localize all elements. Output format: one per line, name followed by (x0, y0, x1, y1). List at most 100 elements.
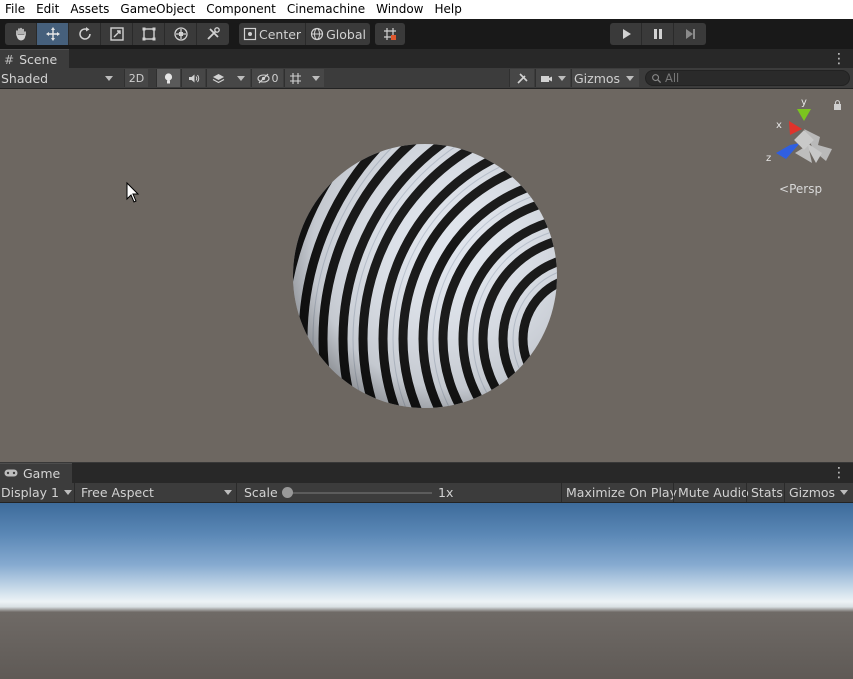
gamepad-icon (4, 467, 18, 481)
menu-assets[interactable]: Assets (65, 0, 115, 19)
grid-visibility-dropdown[interactable] (284, 69, 324, 87)
grid-snap-button[interactable] (375, 23, 405, 45)
search-icon (652, 73, 662, 83)
pivot-space-button[interactable]: Global (306, 23, 370, 45)
scene-toolbar: Shaded 2D 0 Gizmos (0, 68, 853, 89)
scene-search-field[interactable] (645, 70, 850, 86)
perspective-icon: < (779, 182, 790, 196)
scene-tab-bar: # Scene ⋮ (0, 49, 853, 69)
game-gizmos-dropdown[interactable]: Gizmos (784, 483, 853, 502)
tab-game[interactable]: Game (0, 463, 73, 483)
rect-tool-button[interactable] (133, 23, 165, 45)
lighting-toggle-button[interactable] (156, 69, 180, 87)
custom-tool-button[interactable] (197, 23, 229, 45)
hidden-objects-button[interactable]: 0 (251, 69, 283, 87)
scale-label: Scale (244, 485, 278, 500)
scene-tools-button[interactable] (509, 69, 534, 87)
tab-scene[interactable]: # Scene (0, 49, 70, 69)
chevron-down-icon (237, 75, 245, 81)
striped-sphere[interactable] (263, 89, 853, 462)
scene-grid-icon: # (4, 52, 15, 67)
pivot-group: Center Global (239, 23, 370, 45)
rotate-tool-button[interactable] (69, 23, 101, 45)
scale-value: 1x (438, 485, 454, 500)
maximize-on-play-label: Maximize On Play (566, 485, 677, 500)
step-button[interactable] (674, 23, 706, 45)
menu-edit[interactable]: Edit (31, 0, 65, 19)
aspect-dropdown[interactable]: Free Aspect (81, 483, 237, 502)
lock-icon[interactable] (834, 99, 841, 111)
menu-component[interactable]: Component (201, 0, 282, 19)
chevron-down-icon (840, 490, 848, 495)
eye-off-icon (256, 73, 270, 83)
audio-toggle-button[interactable] (181, 69, 205, 87)
play-icon (622, 29, 631, 39)
game-tab-bar: Game ⋮ (0, 463, 853, 483)
rotate-icon (78, 27, 91, 40)
toggle-2d-label: 2D (128, 71, 145, 85)
hand-tool-button[interactable] (5, 23, 37, 45)
menu-gameobject[interactable]: GameObject (115, 0, 201, 19)
rect-icon (142, 27, 155, 41)
transform-tools (5, 23, 229, 45)
speaker-icon (189, 74, 200, 82)
toggle-2d-button[interactable]: 2D (124, 69, 148, 87)
camera-icon (541, 75, 552, 82)
cursor-icon (126, 181, 140, 203)
gizmo-x-label: x (776, 120, 782, 131)
scale-tool-button[interactable] (101, 23, 133, 45)
pivot-space-label: Global (326, 26, 366, 42)
scale-slider-track[interactable] (288, 492, 432, 494)
move-tool-button[interactable] (37, 23, 69, 45)
chevron-down-icon (105, 76, 113, 81)
game-menu-icon[interactable]: ⋮ (832, 465, 846, 481)
grid-snap-icon (384, 28, 396, 40)
maximize-on-play-button[interactable]: Maximize On Play (561, 483, 681, 502)
draw-mode-dropdown[interactable]: Shaded (1, 68, 116, 88)
lightbulb-icon (164, 72, 173, 83)
mute-audio-button[interactable]: Mute Audio (673, 483, 753, 502)
chevron-down-icon (64, 490, 72, 495)
grid-icon (290, 72, 301, 84)
pause-button[interactable] (642, 23, 674, 45)
transform-icon (173, 27, 188, 41)
menu-cinemachine[interactable]: Cinemachine (282, 0, 371, 19)
game-toolbar: Display 1 Free Aspect Scale 1x Maximize … (0, 483, 853, 503)
scale-icon (109, 27, 124, 41)
gizmos-label: Gizmos (574, 70, 621, 86)
play-button[interactable] (610, 23, 642, 45)
camera-dropdown[interactable] (535, 69, 570, 87)
pivot-mode-button[interactable]: Center (239, 23, 307, 45)
menu-window[interactable]: Window (371, 0, 429, 19)
menu-bar: File Edit Assets GameObject Component Ci… (0, 0, 853, 19)
effects-dropdown[interactable] (206, 69, 250, 87)
pause-icon (653, 29, 662, 39)
tab-game-label: Game (23, 466, 61, 481)
gizmos-dropdown[interactable]: Gizmos (571, 69, 639, 87)
main-toolbar: Center Global (0, 19, 853, 49)
chevron-down-icon (224, 490, 232, 495)
game-view[interactable] (0, 503, 853, 679)
globe-icon (310, 27, 324, 41)
play-controls (610, 23, 706, 45)
tools-icon (516, 72, 528, 84)
stats-button[interactable]: Stats (746, 483, 787, 502)
orientation-gizmo[interactable]: y x z (766, 97, 841, 164)
projection-toggle[interactable]: <Persp (779, 182, 822, 196)
tab-scene-label: Scene (19, 52, 58, 67)
stats-label: Stats (751, 485, 783, 500)
scene-menu-icon[interactable]: ⋮ (832, 51, 846, 67)
menu-help[interactable]: Help (430, 0, 468, 19)
search-input[interactable] (665, 71, 835, 85)
pivot-mode-label: Center (259, 26, 302, 42)
transform-tool-button[interactable] (165, 23, 197, 45)
tools-icon (207, 27, 220, 40)
display-dropdown[interactable]: Display 1 (1, 483, 75, 502)
hand-icon (15, 27, 26, 41)
chevron-down-icon (558, 75, 566, 81)
pivot-center-icon (243, 27, 257, 41)
scene-view[interactable]: y x z <Persp (0, 89, 853, 462)
menu-file[interactable]: File (0, 0, 31, 19)
scale-slider-handle[interactable] (282, 487, 293, 498)
scale-value-wrap: 1x (438, 483, 453, 502)
